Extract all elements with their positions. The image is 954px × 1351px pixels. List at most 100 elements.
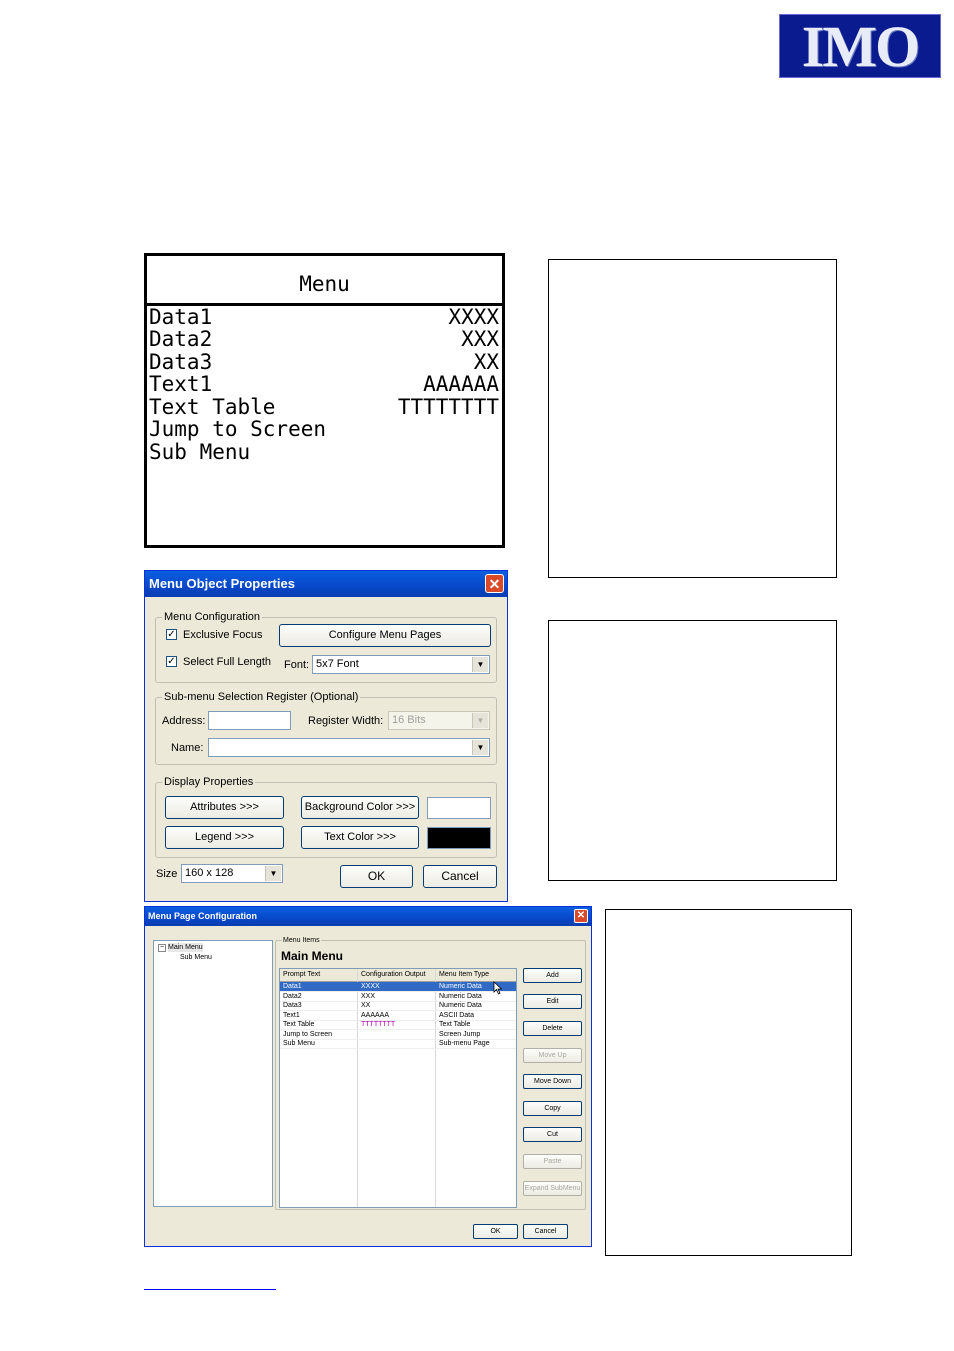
configure-menu-pages-button[interactable]: Configure Menu Pages	[279, 624, 491, 647]
lcd-row-label: Data2	[149, 327, 213, 351]
cell-prompt: Sub Menu	[283, 1040, 315, 1047]
register-width-label: Register Width:	[308, 715, 384, 727]
lcd-row-label: Sub Menu	[149, 440, 251, 464]
chevron-down-icon[interactable]: ▼	[472, 740, 488, 755]
page-title: Main Menu	[281, 949, 343, 963]
delete-button[interactable]: Delete	[523, 1021, 582, 1036]
cell-output: AAAAAA	[361, 1012, 390, 1019]
cell-output: XXX	[361, 993, 376, 1000]
lcd-row-value: XXXX	[448, 305, 499, 329]
group-label: Display Properties	[162, 774, 256, 790]
cell-type: ASCII Data	[439, 1012, 475, 1019]
lcd-row-value: TTTTTTTT	[397, 395, 499, 419]
cancel-button[interactable]: Cancel	[523, 1224, 568, 1239]
font-select[interactable]: 5x7 Font ▼	[312, 655, 490, 674]
exclusive-focus-checkbox[interactable]: ✓	[166, 629, 177, 640]
mouse-cursor-icon	[493, 981, 503, 995]
add-button[interactable]: Add	[523, 968, 582, 983]
cell-prompt: Data3	[283, 1002, 302, 1009]
edit-button[interactable]: Edit	[523, 994, 582, 1009]
size-label: Size	[156, 868, 178, 880]
font-value: 5x7 Font	[316, 658, 359, 670]
dialog-title: Menu Object Properties	[145, 571, 507, 597]
ok-button[interactable]: OK	[473, 1224, 518, 1239]
lcd-row: Jump to Screen	[149, 418, 499, 440]
table-header: Prompt Text Configuration Output Menu It…	[280, 969, 516, 982]
cell-prompt: Data2	[283, 993, 302, 1000]
cell-type: Screen Jump	[439, 1031, 481, 1038]
cell-type: Text Table	[439, 1021, 471, 1028]
lcd-row-value: XXX	[461, 327, 499, 351]
lcd-row: Sub Menu	[149, 441, 499, 463]
menu-page-configuration-dialog: Menu Page Configuration ✕ − Main Menu Su…	[144, 906, 592, 1247]
lcd-row-label: Data1	[149, 305, 213, 329]
chevron-down-icon[interactable]: ▼	[472, 657, 488, 672]
lcd-menu-screen: Menu Data1 XXXX Data2 XXX Data3 XX Text1…	[144, 253, 505, 548]
cell-output: TTTTTTTT	[361, 1021, 396, 1028]
select-full-length-checkbox[interactable]: ✓	[166, 656, 177, 667]
cell-type: Numeric Data	[439, 983, 482, 990]
name-label: Name:	[171, 742, 204, 754]
cell-type: Numeric Data	[439, 993, 482, 1000]
cancel-button[interactable]: Cancel	[423, 865, 497, 888]
text-color-swatch[interactable]	[427, 827, 491, 849]
column-header[interactable]: Menu Item Type	[436, 970, 516, 979]
imo-logo: IMO	[779, 14, 941, 78]
footer-link-underline[interactable]	[144, 1289, 276, 1290]
size-value: 160 x 128	[185, 867, 234, 879]
tree-item-main-menu[interactable]: Main Menu	[168, 943, 203, 952]
table-row[interactable]: Sub Menu Sub-menu Page	[280, 1039, 516, 1049]
attributes-button[interactable]: Attributes >>>	[165, 796, 284, 819]
chevron-down-icon[interactable]: ▼	[472, 713, 488, 728]
lcd-row-label: Jump to Screen	[149, 417, 327, 441]
cell-type: Numeric Data	[439, 1002, 482, 1009]
chevron-down-icon[interactable]: ▼	[265, 866, 281, 881]
cell-output: XX	[361, 1002, 371, 1009]
ok-button[interactable]: OK	[340, 865, 413, 888]
lcd-row: Data1 XXXX	[149, 306, 499, 328]
dialog-title: Menu Page Configuration	[145, 907, 591, 926]
address-input[interactable]	[208, 711, 291, 730]
logo-text: IMO	[801, 14, 920, 79]
column-header[interactable]: Configuration Output	[358, 970, 438, 979]
size-select[interactable]: 160 x 128 ▼	[181, 864, 283, 883]
cut-button[interactable]: Cut	[523, 1127, 582, 1142]
lcd-row: Text Table TTTTTTTT	[149, 396, 499, 418]
background-color-button[interactable]: Background Color >>>	[301, 796, 419, 819]
move-down-button[interactable]: Move Down	[523, 1074, 582, 1089]
group-label: Sub-menu Selection Register (Optional)	[162, 689, 361, 705]
menu-tree: − Main Menu Sub Menu	[153, 940, 273, 1207]
table-row[interactable]: Text Table TTTTTTTT Text Table	[280, 1020, 516, 1030]
table-row[interactable]: Data3 XX Numeric Data	[280, 1001, 516, 1011]
close-icon[interactable]: ✕	[574, 909, 588, 923]
lcd-row: Data2 XXX	[149, 328, 499, 350]
cell-prompt: Text1	[283, 1012, 300, 1019]
group-label: Menu Configuration	[162, 609, 263, 625]
lcd-title: Menu	[147, 256, 502, 306]
move-up-button[interactable]: Move Up	[523, 1048, 582, 1063]
cell-prompt: Data1	[283, 983, 302, 990]
column-header[interactable]: Prompt Text	[280, 970, 360, 979]
copy-button[interactable]: Copy	[523, 1101, 582, 1116]
background-color-swatch[interactable]	[427, 797, 491, 819]
close-icon[interactable]: ✕	[485, 574, 504, 593]
cell-type: Sub-menu Page	[439, 1040, 490, 1047]
cell-output: XXXX	[361, 983, 380, 990]
legend-button[interactable]: Legend >>>	[165, 826, 284, 849]
cell-prompt: Text Table	[283, 1021, 315, 1028]
table-row[interactable]: Data1 XXXX Numeric Data	[280, 982, 516, 992]
register-width-select[interactable]: 16 Bits ▼	[388, 711, 490, 730]
paste-button[interactable]: Paste	[523, 1154, 582, 1169]
tree-item-sub-menu[interactable]: Sub Menu	[180, 953, 212, 962]
group-label: Menu Items	[282, 936, 321, 945]
expand-submenu-button[interactable]: Expand SubMenu	[523, 1181, 582, 1196]
lcd-row-label: Text Table	[149, 395, 276, 419]
menu-object-properties-dialog: Menu Object Properties ✕ Menu Configurat…	[144, 570, 508, 902]
text-color-button[interactable]: Text Color >>>	[301, 826, 419, 849]
note-box-3	[605, 909, 852, 1256]
note-box-1	[548, 259, 837, 578]
name-select[interactable]: ▼	[208, 738, 490, 757]
font-label: Font:	[284, 659, 310, 671]
tree-collapse-icon[interactable]: −	[158, 944, 166, 952]
lcd-row: Text1 AAAAAA	[149, 373, 499, 395]
